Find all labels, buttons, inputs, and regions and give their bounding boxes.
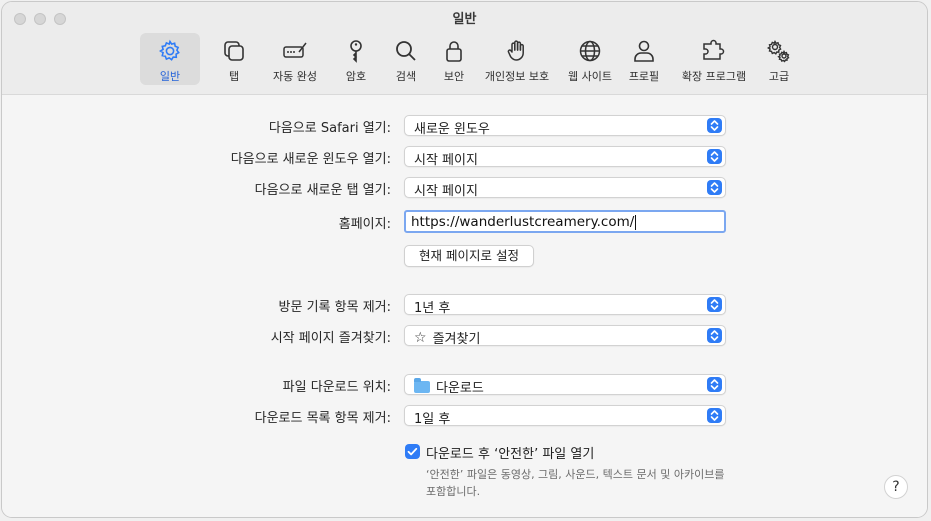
favorites-popup[interactable]: ☆ 즐겨찾기 xyxy=(404,325,726,348)
lock-icon xyxy=(446,41,462,62)
hand-icon xyxy=(507,40,524,61)
toolbar-search[interactable]: 검색 xyxy=(386,33,426,85)
homepage-value: https://wanderlustcreamery.com/ xyxy=(411,214,635,230)
favorites-label: 시작 페이지 즐겨찾기: xyxy=(270,331,391,346)
open-with-label: 다음으로 Safari 열기: xyxy=(268,121,391,136)
star-icon: ☆ xyxy=(414,329,427,346)
toolbar-label: 웹 사이트 xyxy=(568,70,612,83)
new-window-label: 다음으로 새로운 윈도우 열기: xyxy=(230,152,391,167)
popup-value: 새로운 윈도우 xyxy=(414,122,490,137)
safe-files-note: ‘안전한’ 파일은 동영상, 그림, 사운드, 텍스트 문서 및 아카이브를 포… xyxy=(426,468,725,498)
toolbar-label: 확장 프로그램 xyxy=(681,70,747,83)
new-window-popup[interactable]: 시작 페이지 xyxy=(404,146,726,168)
toolbar-passwords[interactable]: 암호 xyxy=(338,33,374,85)
new-tab-popup[interactable]: 시작 페이지 xyxy=(404,177,726,199)
toolbar-label: 자동 완성 xyxy=(273,70,317,83)
remove-history-label: 방문 기록 항목 제거: xyxy=(278,300,391,315)
homepage-label: 홈페이지: xyxy=(338,217,391,232)
popup-value: 1년 후 xyxy=(414,301,451,316)
remove-downloads-label: 다운로드 목록 항목 제거: xyxy=(254,411,391,426)
gear-icon xyxy=(158,39,180,61)
person-icon xyxy=(634,40,654,62)
chevron-updown-icon xyxy=(707,180,722,195)
chevron-updown-icon xyxy=(707,408,722,423)
globe-icon xyxy=(579,40,601,62)
open-safe-files-label[interactable]: 다운로드 후 ‘안전한’ 파일 열기 xyxy=(426,443,594,462)
popup-value: 시작 페이지 xyxy=(414,153,478,168)
popup-value: 1일 후 xyxy=(414,412,451,427)
tabs-icon xyxy=(224,41,244,61)
titlebar: 일반 일반 탭 자동 완성 암호 검색 보안 개인정보 보호 웹 사이트 프로필… xyxy=(2,2,927,95)
puzzle-icon xyxy=(703,39,725,60)
toolbar-advanced[interactable]: 고급 xyxy=(758,33,800,85)
toolbar-label: 고급 xyxy=(768,70,790,83)
toolbar-label: 검색 xyxy=(395,70,417,83)
text-caret xyxy=(635,214,637,230)
popup-value-wrap: ☆ 즐겨찾기 xyxy=(414,328,481,348)
set-current-page-button[interactable]: 현재 페이지로 설정 xyxy=(404,245,534,267)
toolbar-label: 개인정보 보호 xyxy=(484,70,550,83)
toolbar-general[interactable]: 일반 xyxy=(140,33,200,85)
toolbar-label: 일반 xyxy=(159,70,181,83)
homepage-value-wrap: https://wanderlustcreamery.com/ xyxy=(411,214,637,230)
chevron-updown-icon xyxy=(707,377,722,392)
chevron-updown-icon xyxy=(707,328,722,343)
chevron-updown-icon xyxy=(707,118,722,133)
remove-downloads-popup[interactable]: 1일 후 xyxy=(404,405,726,427)
homepage-field[interactable]: https://wanderlustcreamery.com/ xyxy=(404,210,726,233)
folder-icon xyxy=(414,377,430,393)
chevron-updown-icon xyxy=(707,149,722,164)
open-with-popup[interactable]: 새로운 윈도우 xyxy=(404,115,726,137)
pencil-field-icon xyxy=(283,42,307,58)
checkmark-icon xyxy=(407,447,418,456)
chevron-updown-icon xyxy=(707,297,722,312)
toolbar-security[interactable]: 보안 xyxy=(434,33,474,85)
toolbar-label: 탭 xyxy=(228,70,240,83)
toolbar-privacy[interactable]: 개인정보 보호 xyxy=(480,33,554,85)
remove-history-popup[interactable]: 1년 후 xyxy=(404,294,726,316)
toolbar-label: 보안 xyxy=(443,70,465,83)
general-settings-pane: 다음으로 Safari 열기: 새로운 윈도우 다음으로 새로운 윈도우 열기:… xyxy=(2,95,927,517)
help-button[interactable]: ? xyxy=(884,475,908,499)
key-icon xyxy=(350,40,362,63)
new-tab-label: 다음으로 새로운 탭 열기: xyxy=(254,183,391,198)
toolbar-profiles[interactable]: 프로필 xyxy=(624,33,664,85)
toolbar-label: 암호 xyxy=(345,70,367,83)
download-location-popup[interactable]: 다운로드 xyxy=(404,374,726,396)
gears-icon xyxy=(766,39,790,63)
toolbar-autofill[interactable]: 자동 완성 xyxy=(264,33,326,85)
settings-window: 일반 일반 탭 자동 완성 암호 검색 보안 개인정보 보호 웹 사이트 프로필… xyxy=(1,1,928,518)
popup-value: 시작 페이지 xyxy=(414,184,478,199)
popup-value-wrap: 다운로드 xyxy=(414,377,484,396)
popup-value: 다운로드 xyxy=(436,381,484,396)
toolbar-extensions[interactable]: 확장 프로그램 xyxy=(678,33,750,85)
toolbar-tabs[interactable]: 탭 xyxy=(214,33,254,85)
popup-value: 즐겨찾기 xyxy=(432,332,481,347)
window-title: 일반 xyxy=(452,12,477,27)
toolbar-label: 프로필 xyxy=(628,70,660,83)
open-safe-files-checkbox[interactable] xyxy=(405,444,420,459)
download-location-label: 파일 다운로드 위치: xyxy=(282,380,391,395)
toolbar-websites[interactable]: 웹 사이트 xyxy=(562,33,618,85)
search-icon xyxy=(396,41,416,61)
